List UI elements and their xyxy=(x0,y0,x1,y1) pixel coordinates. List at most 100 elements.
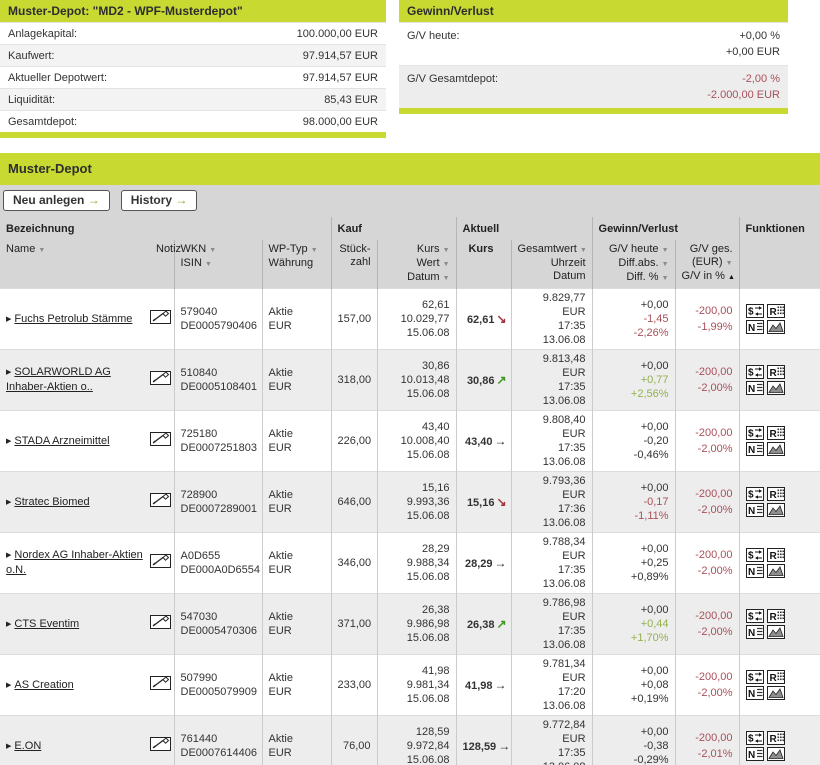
chart-icon[interactable] xyxy=(766,747,785,761)
position-link[interactable]: AS Creation xyxy=(14,679,73,691)
group-kauf: Kauf xyxy=(330,217,457,240)
realtime-quote-icon[interactable]: R xyxy=(766,304,785,318)
realtime-quote-icon[interactable]: R xyxy=(766,670,785,684)
kauf-datum: 15.06.08 xyxy=(406,754,450,765)
position-link[interactable]: SOLARWORLD AG Inhaber-Aktien o.. xyxy=(6,366,111,393)
realtime-quote-icon[interactable]: R xyxy=(766,365,785,379)
expand-caret-icon[interactable]: ▶ xyxy=(6,682,11,689)
note-edit-icon[interactable] xyxy=(150,309,172,329)
gv-ges-eur: -200,00 xyxy=(695,549,733,561)
col-header-wkn-isin[interactable]: WKN ▼ ISIN ▼ xyxy=(173,240,262,289)
news-icon[interactable]: N xyxy=(745,381,764,395)
isin: DE0007289001 xyxy=(180,503,257,515)
history-button[interactable]: History → xyxy=(120,190,198,211)
svg-text:N: N xyxy=(748,445,755,456)
datum: 13.06.08 xyxy=(542,639,586,651)
col-header-wptyp[interactable]: WP-Typ ▼ Währung xyxy=(261,240,332,289)
gain-loss-row: G/V Gesamtdepot: -2,00 % -2.000,00 EUR xyxy=(399,65,788,108)
wkn: 579040 xyxy=(180,306,218,318)
chart-icon[interactable] xyxy=(766,503,785,517)
order-icon[interactable]: $ xyxy=(745,304,764,318)
col-header-gv-ges[interactable]: G/V ges. (EUR) ▼ G/V in % ▲ xyxy=(674,240,740,289)
svg-text:R: R xyxy=(769,612,777,623)
chart-icon[interactable] xyxy=(766,442,785,456)
position-link[interactable]: E.ON xyxy=(14,740,41,752)
order-icon[interactable]: $ xyxy=(745,670,764,684)
depot-summary-title: Muster-Depot: "MD2 - WPF-Musterdepot" xyxy=(0,0,386,22)
wp-typ: Aktie xyxy=(268,306,293,318)
order-icon[interactable]: $ xyxy=(745,365,764,379)
expand-caret-icon[interactable]: ▶ xyxy=(6,743,11,750)
realtime-quote-icon[interactable]: R xyxy=(766,548,785,562)
kauf-kurs: 62,61 xyxy=(422,299,450,311)
note-edit-icon[interactable] xyxy=(150,431,172,451)
position-link[interactable]: Stratec Biomed xyxy=(14,496,89,508)
new-depot-button[interactable]: Neu anlegen → xyxy=(3,190,110,211)
news-icon[interactable]: N xyxy=(745,625,764,639)
news-icon[interactable]: N xyxy=(745,686,764,700)
order-icon[interactable]: $ xyxy=(745,487,764,501)
col-header-name[interactable]: Name ▼ xyxy=(0,240,150,289)
gain-loss-footer-bar xyxy=(399,108,788,114)
news-icon[interactable]: N xyxy=(745,320,764,334)
realtime-quote-icon[interactable]: R xyxy=(766,731,785,745)
news-icon[interactable]: N xyxy=(745,747,764,761)
expand-caret-icon[interactable]: ▶ xyxy=(6,438,11,445)
svg-text:R: R xyxy=(769,307,777,318)
chart-icon[interactable] xyxy=(766,564,785,578)
diff-abs: -1,45 xyxy=(643,313,669,325)
expand-caret-icon[interactable]: ▶ xyxy=(6,499,11,506)
chart-icon[interactable] xyxy=(766,686,785,700)
gain-loss-label: G/V heute: xyxy=(407,30,460,42)
news-icon[interactable]: N xyxy=(745,442,764,456)
summary-value: 98.000,00 EUR xyxy=(302,116,378,128)
note-edit-icon[interactable] xyxy=(150,614,172,634)
note-edit-icon[interactable] xyxy=(150,492,172,512)
kauf-datum: 15.06.08 xyxy=(406,632,450,644)
position-link[interactable]: CTS Eventim xyxy=(14,618,79,630)
realtime-quote-icon[interactable]: R xyxy=(766,426,785,440)
realtime-quote-icon[interactable]: R xyxy=(766,487,785,501)
sort-desc-icon: ▼ xyxy=(661,275,669,282)
gv-ges-pct: -2,00% xyxy=(697,565,733,577)
trend-arrow-icon: ↘ xyxy=(496,494,507,509)
news-icon[interactable]: N xyxy=(745,564,764,578)
arrow-right-icon: → xyxy=(87,193,100,207)
expand-caret-icon[interactable]: ▶ xyxy=(6,316,11,323)
summary-value: 97.914,57 EUR xyxy=(302,50,378,62)
realtime-quote-icon[interactable]: R xyxy=(766,609,785,623)
note-edit-icon[interactable] xyxy=(150,736,172,756)
group-aktuell: Aktuell xyxy=(455,217,593,240)
kauf-wert: 9.986,98 xyxy=(406,618,450,630)
expand-caret-icon[interactable]: ▶ xyxy=(6,621,11,628)
order-icon[interactable]: $ xyxy=(745,548,764,562)
note-edit-icon[interactable] xyxy=(150,370,172,390)
datum: 13.06.08 xyxy=(542,334,586,346)
col-header-kauf-kurs[interactable]: Kurs ▼ Wert ▼ Datum ▼ xyxy=(376,240,457,289)
expand-caret-icon[interactable]: ▶ xyxy=(6,369,11,376)
order-icon[interactable]: $ xyxy=(745,731,764,745)
chart-icon[interactable] xyxy=(766,320,785,334)
position-link[interactable]: Nordex AG Inhaber-Aktien o.N. xyxy=(6,549,143,576)
expand-caret-icon[interactable]: ▶ xyxy=(6,552,11,559)
diff-abs: +0,25 xyxy=(640,557,669,569)
chart-icon[interactable] xyxy=(766,625,785,639)
sort-desc-icon: ▼ xyxy=(310,247,318,254)
news-icon[interactable]: N xyxy=(745,503,764,517)
note-edit-icon[interactable] xyxy=(150,675,172,695)
order-icon[interactable]: $ xyxy=(745,426,764,440)
col-header-gv-heute[interactable]: G/V heute ▼ Diff.abs. ▼ Diff. % ▼ xyxy=(591,240,676,289)
datum: 13.06.08 xyxy=(542,700,586,712)
position-link[interactable]: Fuchs Petrolub Stämme xyxy=(14,313,132,325)
note-edit-icon[interactable] xyxy=(150,553,172,573)
chart-icon[interactable] xyxy=(766,381,785,395)
gv-ges-eur: -200,00 xyxy=(695,305,733,317)
gain-loss-percent: +0,00 % xyxy=(739,30,780,42)
position-link[interactable]: STADA Arzneimittel xyxy=(14,435,109,447)
summary-value: 85,43 EUR xyxy=(324,94,378,106)
order-icon[interactable]: $ xyxy=(745,609,764,623)
col-header-gesamtwert[interactable]: Gesamtwert ▼ Uhrzeit Datum xyxy=(510,240,593,289)
depot-summary-rows: Anlagekapital: 100.000,00 EUR Kaufwert: … xyxy=(0,22,386,132)
trend-arrow-icon: → xyxy=(498,738,511,753)
diff-pct: -0,46% xyxy=(633,449,669,461)
